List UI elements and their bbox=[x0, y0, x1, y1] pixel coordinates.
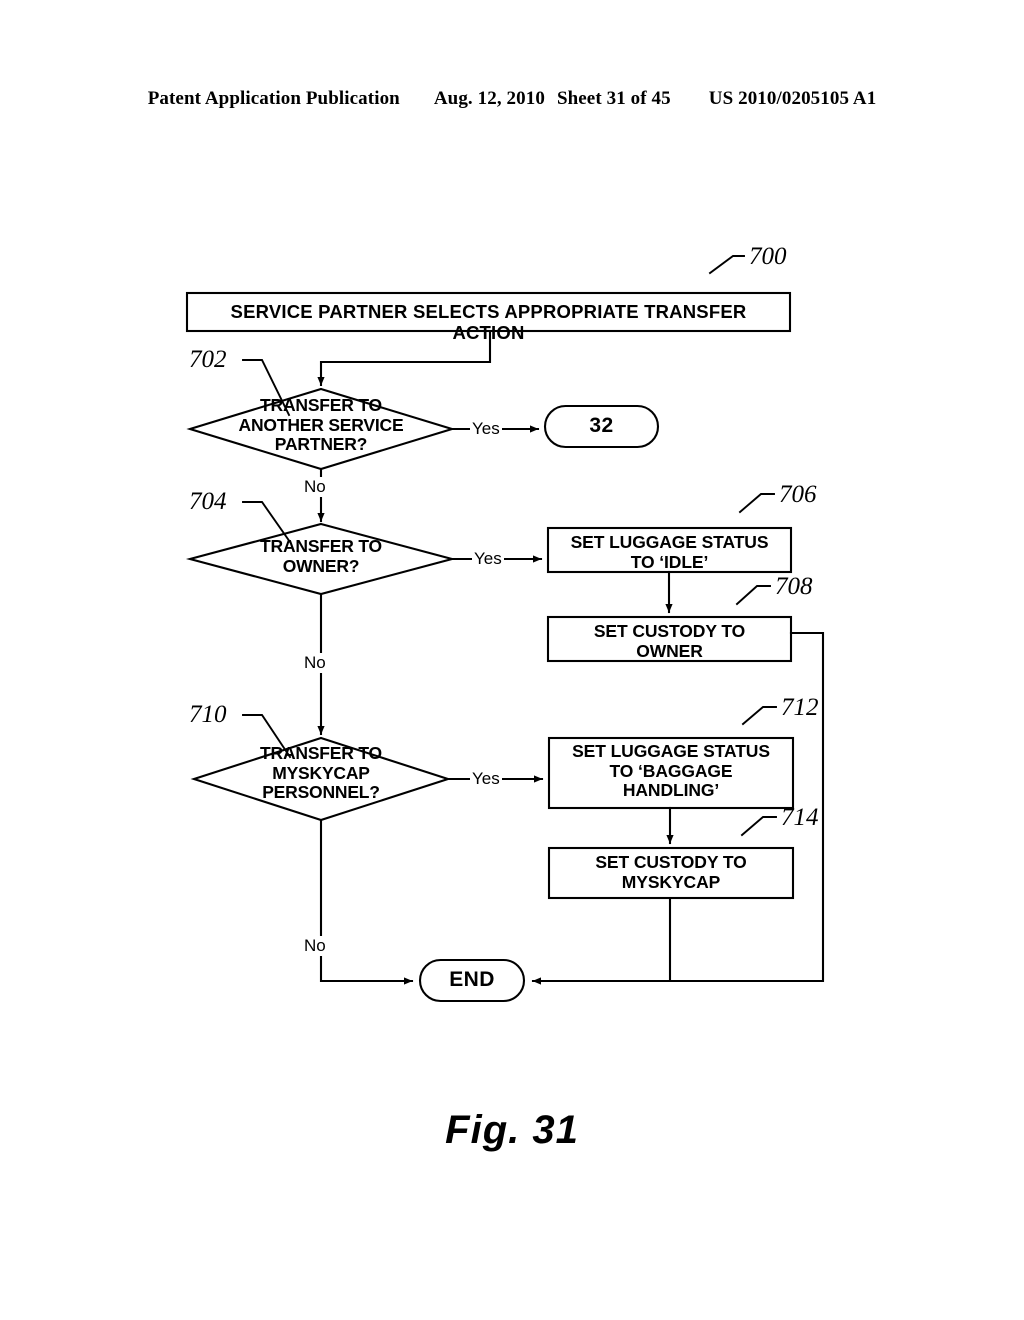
leader-714 bbox=[740, 816, 777, 837]
node-start-banner-shape bbox=[185, 291, 792, 333]
leader-706 bbox=[738, 493, 775, 514]
edge-d710-no bbox=[319, 818, 414, 985]
leader-704 bbox=[242, 501, 292, 544]
node-set-status-idle-shape bbox=[546, 526, 793, 574]
leader-708 bbox=[735, 585, 771, 606]
edge-banner-to-d702 bbox=[317, 329, 492, 387]
node-decision-service-partner-shape bbox=[186, 387, 456, 471]
node-set-custody-myskycap-shape bbox=[547, 846, 795, 900]
figure-caption: Fig. 31 bbox=[445, 1108, 579, 1152]
node-set-custody-owner-shape bbox=[546, 615, 793, 663]
node-decision-myskycap-shape bbox=[190, 736, 452, 822]
leader-712 bbox=[741, 706, 777, 726]
node-decision-owner-shape bbox=[185, 522, 457, 596]
node-end-shape bbox=[418, 958, 526, 1003]
node-connector-32-shape bbox=[543, 404, 660, 449]
leader-700 bbox=[708, 255, 745, 275]
node-set-status-baggage-shape bbox=[547, 736, 795, 810]
